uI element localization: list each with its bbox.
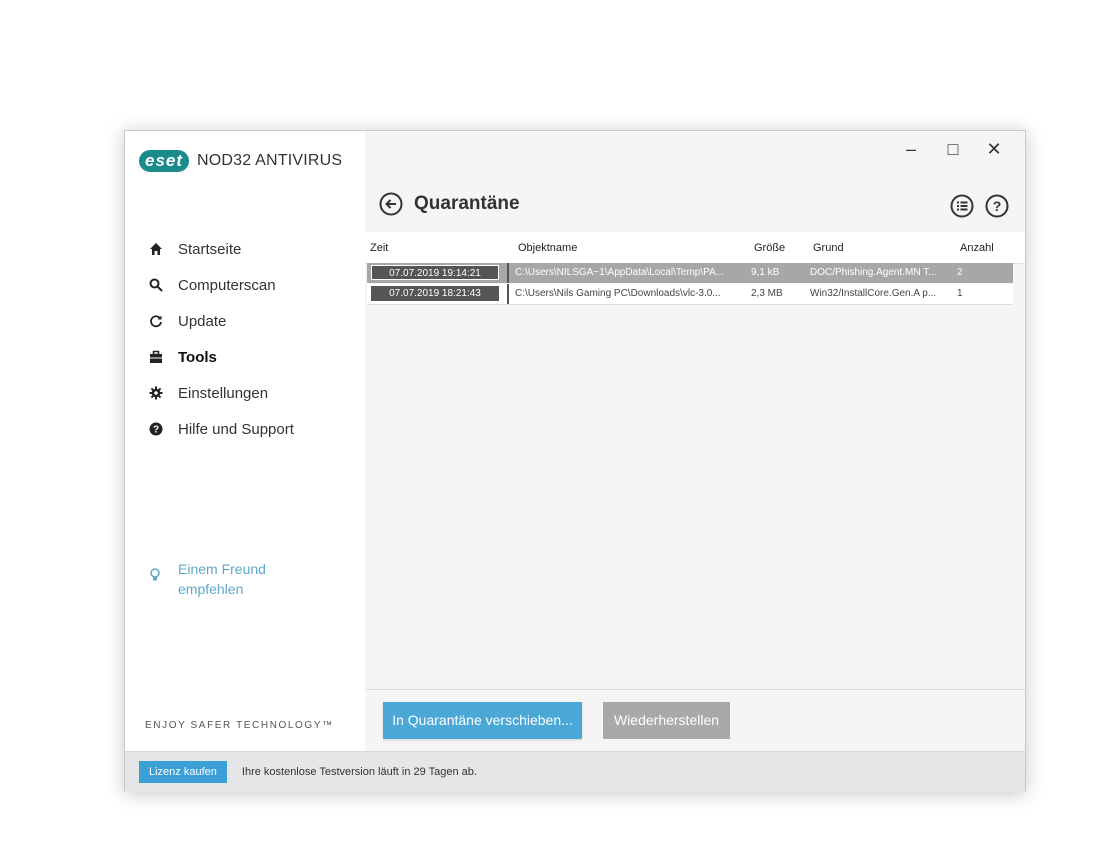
logo-badge: eset [139, 150, 190, 172]
row-time: 07.07.2019 18:21:43 [371, 286, 499, 301]
column-header-anzahl[interactable]: Anzahl [960, 242, 994, 254]
column-header-objektname[interactable]: Objektname [518, 242, 577, 254]
gear-icon [149, 386, 163, 400]
eset-logo: eset NOD32 ANTIVIRUS [139, 150, 342, 172]
lightbulb-icon [149, 559, 163, 599]
status-bar: Lizenz kaufen Ihre kostenlose Testversio… [125, 751, 1025, 792]
list-view-icon[interactable] [950, 194, 974, 218]
row-object: C:\Users\NILSGA~1\AppData\Local\Temp\PA.… [515, 267, 725, 278]
maximize-button[interactable]: □ [935, 137, 971, 161]
main-panel: Quarantäne ? Zeit Objektname Größe Grund… [365, 131, 1025, 752]
sidebar-item-hilfe[interactable]: ? Hilfe und Support [149, 411, 294, 447]
row-reason: Win32/InstallCore.Gen.A p... [810, 288, 937, 299]
sidebar: eset NOD32 ANTIVIRUS Startseite Computer… [125, 131, 365, 751]
refresh-icon [149, 314, 163, 328]
help-icon[interactable]: ? [985, 194, 1009, 218]
row-object: C:\Users\Nils Gaming PC\Downloads\vlc-3.… [515, 288, 721, 299]
sidebar-item-computerscan[interactable]: Computerscan [149, 267, 294, 303]
search-icon [149, 278, 163, 292]
page-title: Quarantäne [414, 193, 520, 214]
recommend-line-1: Einem Freund [178, 561, 266, 577]
table-header: Zeit Objektname Größe Grund Anzahl [365, 232, 1025, 264]
buy-license-button[interactable]: Lizenz kaufen [139, 761, 227, 783]
column-header-zeit[interactable]: Zeit [370, 242, 388, 254]
recommend-line-2: empfehlen [178, 581, 244, 597]
close-button[interactable]: ✕ [976, 137, 1012, 161]
sidebar-item-label: Hilfe und Support [178, 420, 294, 438]
toolbox-icon [149, 350, 163, 364]
row-reason: DOC/Phishing.Agent.MN T... [810, 267, 937, 278]
column-header-groesse[interactable]: Größe [754, 242, 785, 254]
column-divider [507, 284, 509, 304]
table-row[interactable]: 07.07.2019 19:14:21 C:\Users\NILSGA~1\Ap… [367, 263, 1013, 283]
sidebar-item-update[interactable]: Update [149, 303, 294, 339]
row-time: 07.07.2019 19:14:21 [371, 265, 499, 280]
back-arrow-icon[interactable] [379, 192, 403, 216]
sidebar-item-label: Startseite [178, 240, 242, 258]
action-bar: In Quarantäne verschieben... Wiederherst… [365, 689, 1025, 752]
sidebar-item-tools[interactable]: Tools [149, 339, 294, 375]
restore-button[interactable]: Wiederherstellen [603, 702, 730, 739]
row-count: 2 [957, 267, 963, 278]
svg-text:?: ? [993, 198, 1002, 214]
table-row[interactable]: 07.07.2019 18:21:43 C:\Users\Nils Gaming… [367, 284, 1013, 305]
column-header-grund[interactable]: Grund [813, 242, 844, 254]
help-icon: ? [149, 422, 163, 436]
minimize-button[interactable]: – [893, 137, 929, 161]
column-divider [507, 263, 509, 283]
sidebar-item-label: Tools [178, 348, 217, 366]
sidebar-item-label: Einstellungen [178, 384, 269, 402]
home-icon [149, 242, 163, 256]
sidebar-item-einstellungen[interactable]: Einstellungen [149, 375, 294, 411]
sidebar-item-label: Update [178, 312, 227, 330]
page-header: Quarantäne [379, 192, 520, 216]
sidebar-item-startseite[interactable]: Startseite [149, 231, 294, 267]
recommend-friend-link[interactable]: Einem Freund empfehlen [149, 559, 266, 599]
svg-text:?: ? [153, 425, 159, 436]
sidebar-nav: Startseite Computerscan Update Tools Ein… [149, 231, 294, 447]
sidebar-item-label: Computerscan [178, 276, 276, 294]
app-window: eset NOD32 ANTIVIRUS Startseite Computer… [124, 130, 1026, 792]
trial-status-text: Ihre kostenlose Testversion läuft in 29 … [241, 766, 477, 778]
quarantine-move-button[interactable]: In Quarantäne verschieben... [383, 702, 582, 739]
row-count: 1 [957, 288, 963, 299]
row-size: 9,1 kB [751, 267, 780, 278]
tagline: ENJOY SAFER TECHNOLOGY™ [145, 720, 334, 731]
row-size: 2,3 MB [751, 288, 783, 299]
product-name: NOD32 ANTIVIRUS [197, 152, 343, 169]
